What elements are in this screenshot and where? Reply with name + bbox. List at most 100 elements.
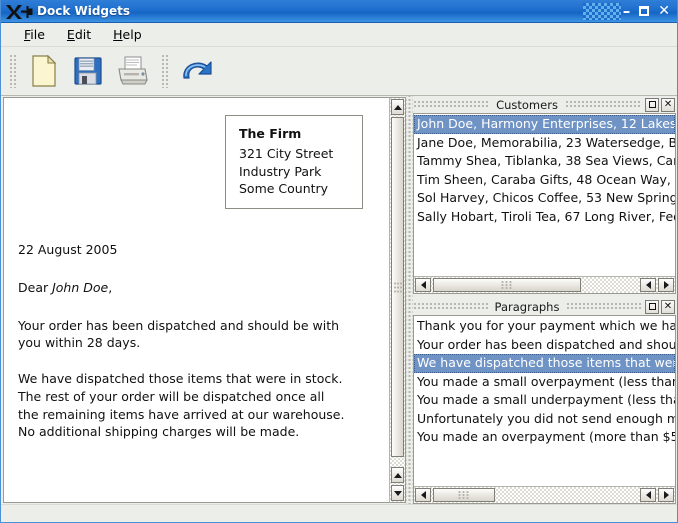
printer-icon: [115, 56, 149, 86]
scroll-left-button-2[interactable]: [640, 488, 656, 502]
float-square-glyph: [648, 303, 656, 310]
main-body: The Firm 321 City Street Industry Park S…: [1, 96, 677, 504]
salutation-prefix: Dear: [18, 279, 53, 295]
customers-horizontal-scrollbar[interactable]: [414, 276, 675, 293]
paragraphs-horizontal-scrollbar[interactable]: [414, 486, 675, 503]
window-titlebar[interactable]: Dock Widgets – ✕: [1, 0, 677, 23]
triangle-right-icon: [663, 281, 669, 289]
horizontal-scrollbar-thumb[interactable]: [433, 278, 581, 292]
triangle-right-icon: [663, 491, 669, 499]
horizontal-scrollbar-track[interactable]: [582, 277, 639, 293]
dock-paragraphs-title: Paragraphs: [494, 299, 560, 314]
undo-arrow-icon: [178, 56, 214, 86]
dock-customers-title: Customers: [496, 97, 558, 112]
triangle-left-icon-2: [645, 281, 651, 289]
scroll-down-button[interactable]: [391, 485, 404, 501]
dock-customers-frame: John Doe, Harmony Enterprises, 12 Lakesi…: [413, 113, 676, 294]
close-icon[interactable]: ✕: [661, 299, 675, 314]
print-button[interactable]: [110, 51, 154, 91]
scroll-left-button-2[interactable]: [640, 278, 656, 292]
list-item[interactable]: You made an overpayment (more than $5). …: [414, 428, 675, 447]
triangle-down-icon: [393, 490, 402, 496]
letter-editor[interactable]: The Firm 321 City Street Industry Park S…: [3, 97, 389, 503]
titlebar-checker-pattern: [582, 2, 621, 20]
list-item[interactable]: Tammy Shea, Tiblanka, 38 Sea Views, Carl…: [414, 152, 675, 171]
dock-customers-grip-right[interactable]: [564, 100, 642, 109]
triangle-up-icon-2: [393, 472, 402, 478]
close-icon[interactable]: ✕: [661, 97, 676, 112]
triangle-left-icon: [420, 491, 426, 499]
list-item[interactable]: John Doe, Harmony Enterprises, 12 Lakesi…: [414, 115, 675, 134]
save-button[interactable]: [66, 51, 110, 91]
dock-customers: Customers ✕ John Doe, Harmony Enterprise…: [413, 96, 676, 294]
minimize-button[interactable]: –: [623, 3, 631, 19]
scroll-right-button[interactable]: [658, 278, 674, 292]
dock-splitter[interactable]: [406, 96, 413, 504]
menu-edit[interactable]: Edit: [56, 25, 102, 44]
list-item[interactable]: Unfortunately you did not send enough mo…: [414, 410, 675, 429]
address-line-1: 321 City Street: [239, 145, 334, 161]
horizontal-scrollbar-thumb[interactable]: [433, 488, 495, 502]
scroll-button-pair: [639, 487, 675, 503]
address-line-3: Some Country: [239, 181, 329, 197]
application-window: Dock Widgets – ✕ File Edit Help The Firm…: [0, 0, 678, 523]
window-controls: – ✕: [623, 3, 670, 19]
customers-list[interactable]: John Doe, Harmony Enterprises, 12 Lakesi…: [414, 114, 675, 276]
menu-file[interactable]: File: [13, 25, 56, 44]
scroll-right-button[interactable]: [658, 488, 674, 502]
dock-paragraphs-grip-left[interactable]: [413, 302, 488, 311]
statusbar: [1, 504, 677, 522]
list-item[interactable]: You made a small overpayment (less than …: [414, 373, 675, 392]
list-item[interactable]: We have dispatched those items that were…: [414, 354, 675, 373]
toolbar-drag-handle[interactable]: [9, 54, 18, 88]
list-item[interactable]: Sally Hobart, Tiroli Tea, 67 Long River,…: [414, 208, 675, 227]
dock-paragraphs-frame: Thank you for your payment which we have…: [413, 315, 676, 504]
scroll-button-pair: [390, 466, 405, 502]
dock-paragraphs-titlebar[interactable]: Paragraphs ✕: [413, 298, 676, 315]
dock-customers-buttons: ✕: [645, 97, 676, 112]
scroll-left-button[interactable]: [415, 278, 431, 292]
list-item[interactable]: Sol Harvey, Chicos Coffee, 53 New Spring…: [414, 189, 675, 208]
dock-paragraphs-buttons: ✕: [645, 299, 675, 314]
maximize-button[interactable]: [639, 6, 650, 16]
list-item[interactable]: Tim Sheen, Caraba Gifts, 48 Ocean Way, D…: [414, 171, 675, 190]
list-item[interactable]: You made a small underpayment (less than…: [414, 391, 675, 410]
float-icon[interactable]: [645, 97, 660, 112]
triangle-left-icon: [420, 281, 426, 289]
float-icon[interactable]: [645, 299, 659, 314]
float-square-glyph: [648, 101, 656, 108]
address-line-2: Industry Park: [239, 163, 322, 179]
letter-salutation: Dear John Doe,: [18, 279, 375, 297]
editor-vertical-scrollbar[interactable]: [389, 97, 406, 503]
list-item[interactable]: Your order has been dispatched and shoul…: [414, 336, 675, 355]
new-document-button[interactable]: [22, 51, 66, 91]
undo-button[interactable]: [174, 51, 218, 91]
vertical-scrollbar-thumb[interactable]: [391, 117, 404, 457]
menu-help[interactable]: Help: [102, 25, 153, 44]
list-item[interactable]: Thank you for your payment which we have…: [414, 317, 675, 336]
close-button[interactable]: ✕: [658, 4, 670, 18]
paragraphs-list[interactable]: Thank you for your payment which we have…: [414, 316, 675, 486]
toolbar-drag-handle-2[interactable]: [161, 54, 170, 88]
menubar: File Edit Help: [1, 23, 677, 47]
letter-paragraph-1: Your order has been dispatched and shoul…: [18, 317, 340, 351]
scroll-left-button[interactable]: [415, 488, 431, 502]
dock-paragraphs-grip-right[interactable]: [566, 302, 641, 311]
dock-customers-grip-left[interactable]: [413, 100, 490, 109]
horizontal-scrollbar-track[interactable]: [496, 487, 639, 503]
x11-logo-icon[interactable]: [4, 2, 34, 21]
dock-paragraphs: Paragraphs ✕ Thank you for your payment …: [413, 298, 676, 504]
new-document-icon: [31, 55, 57, 87]
vertical-scrollbar-track[interactable]: [390, 458, 405, 466]
floppy-disk-icon: [73, 56, 103, 86]
letter-date: 22 August 2005: [18, 242, 118, 257]
scroll-up-button-2[interactable]: [391, 467, 404, 483]
firm-name: The Firm: [239, 126, 302, 141]
scroll-button-pair: [639, 277, 675, 293]
address-block: The Firm 321 City Street Industry Park S…: [225, 115, 363, 209]
list-item[interactable]: Jane Doe, Memorabilia, 23 Watersedge, Be…: [414, 134, 675, 153]
toolbar: [1, 47, 677, 96]
salutation-customer-name: John Doe: [52, 279, 109, 295]
scroll-up-button[interactable]: [391, 99, 404, 115]
dock-customers-titlebar[interactable]: Customers ✕: [413, 96, 676, 113]
